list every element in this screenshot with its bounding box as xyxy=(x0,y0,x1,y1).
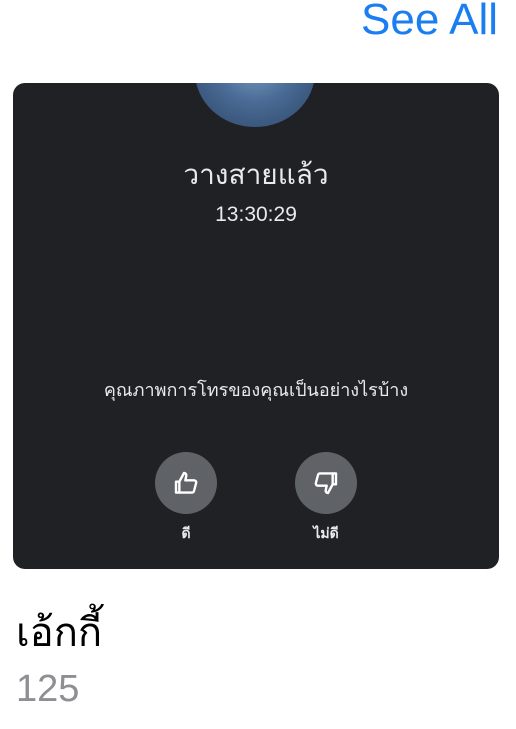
avatar xyxy=(195,83,315,127)
thumbs-down-icon xyxy=(314,472,338,495)
call-ended-card[interactable]: วางสายแล้ว 13:30:29 คุณภาพการโทรของคุณเป… xyxy=(13,83,499,569)
call-quality-question: คุณภาพการโทรของคุณเป็นอย่างไรบ้าง xyxy=(103,380,409,401)
see-all-link[interactable]: See All xyxy=(361,0,498,46)
call-status: วางสายแล้ว xyxy=(183,158,329,191)
rate-good-button[interactable] xyxy=(155,452,217,514)
rate-good-label: ดี xyxy=(181,526,191,542)
rate-bad-label: ไม่ดี xyxy=(313,526,339,542)
call-time: 13:30:29 xyxy=(215,203,297,226)
rate-bad-button[interactable] xyxy=(295,452,357,514)
contact-count: 125 xyxy=(16,668,80,710)
thumbs-up-icon xyxy=(174,471,198,494)
contact-name: เอ้กกี้ xyxy=(16,610,103,656)
